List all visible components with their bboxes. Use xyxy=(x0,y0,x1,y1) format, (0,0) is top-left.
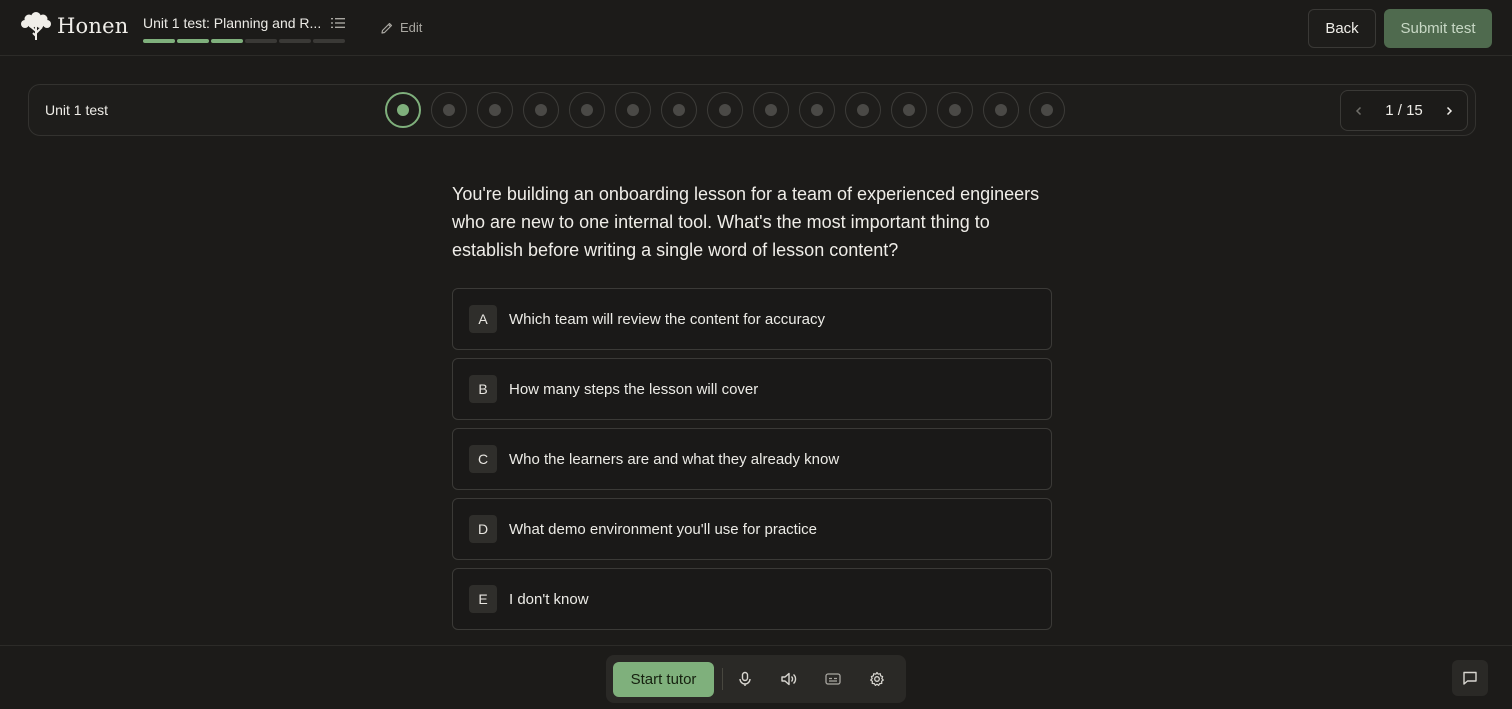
option-text: Which team will review the content for a… xyxy=(509,310,825,328)
question-dot-14[interactable] xyxy=(983,92,1019,128)
captions-icon xyxy=(825,673,841,685)
question-pager: 1 / 15 xyxy=(1340,90,1468,131)
chevron-right-icon[interactable] xyxy=(1443,105,1455,117)
option-text: How many steps the lesson will cover xyxy=(509,380,759,398)
option-letter: B xyxy=(469,375,497,403)
tree-logo-icon xyxy=(21,12,51,40)
progress-segment xyxy=(211,39,243,43)
settings-icon xyxy=(870,671,884,686)
question-dot-9[interactable] xyxy=(753,92,789,128)
logo-text: Honen xyxy=(57,14,129,38)
question-dot-indicator xyxy=(397,104,409,116)
test-title: Unit 1 test xyxy=(45,102,109,118)
logo[interactable]: Honen xyxy=(20,11,128,41)
pager-text: 1 / 15 xyxy=(1385,102,1423,119)
answer-option-c[interactable]: C Who the learners are and what they alre… xyxy=(452,428,1052,490)
question-dot-1[interactable] xyxy=(385,92,421,128)
progress-segment xyxy=(245,39,277,43)
option-letter: C xyxy=(469,445,497,473)
option-letter: A xyxy=(469,305,497,333)
progress-segment xyxy=(279,39,311,43)
chat-button[interactable] xyxy=(1452,660,1488,696)
option-text: Who the learners are and what they alrea… xyxy=(509,450,840,468)
question-dot-8[interactable] xyxy=(707,92,743,128)
question-dot-indicator xyxy=(581,104,593,116)
question-dot-indicator xyxy=(1041,104,1053,116)
question-dot-7[interactable] xyxy=(661,92,697,128)
back-button[interactable]: Back xyxy=(1308,9,1376,48)
question-dot-11[interactable] xyxy=(845,92,881,128)
pencil-icon xyxy=(381,22,393,34)
tutor-toolbar: Start tutor xyxy=(606,655,906,703)
option-letter: E xyxy=(469,585,497,613)
question-dot-indicator xyxy=(489,104,501,116)
speaker-button[interactable] xyxy=(767,661,811,697)
question-dot-4[interactable] xyxy=(523,92,559,128)
option-text: What demo environment you'll use for pra… xyxy=(509,520,818,538)
question-dot-10[interactable] xyxy=(799,92,835,128)
chevron-left-icon[interactable] xyxy=(1353,105,1365,117)
question-dot-12[interactable] xyxy=(891,92,927,128)
progress-segment xyxy=(143,39,175,43)
answer-option-e[interactable]: E I don't know xyxy=(452,568,1052,630)
question-dot-indicator xyxy=(535,104,547,116)
answer-options: A Which team will review the content for … xyxy=(452,288,1052,638)
question-dot-indicator xyxy=(719,104,731,116)
course-progress-bar xyxy=(143,39,353,43)
course-header: Unit 1 test: Planning and R... xyxy=(143,15,353,43)
progress-segment xyxy=(177,39,209,43)
chat-icon xyxy=(1463,671,1477,685)
submit-test-button[interactable]: Submit test xyxy=(1384,9,1492,48)
question-dot-indicator xyxy=(811,104,823,116)
question-dot-indicator xyxy=(627,104,639,116)
speaker-icon xyxy=(781,672,797,686)
question-dot-indicator xyxy=(443,104,455,116)
question-dot-5[interactable] xyxy=(569,92,605,128)
start-tutor-button[interactable]: Start tutor xyxy=(613,661,714,697)
course-title[interactable]: Unit 1 test: Planning and R... xyxy=(143,15,321,31)
top-bar: Honen Unit 1 test: Planning and R... Edi… xyxy=(0,0,1512,56)
list-icon[interactable] xyxy=(331,17,346,29)
question-dot-indicator xyxy=(673,104,685,116)
question-text: You're building an onboarding lesson for… xyxy=(452,184,1040,260)
question-dot-indicator xyxy=(995,104,1007,116)
answer-option-a[interactable]: A Which team will review the content for … xyxy=(452,288,1052,350)
microphone-icon xyxy=(739,671,751,686)
captions-button[interactable] xyxy=(811,661,855,697)
settings-button[interactable] xyxy=(855,661,899,697)
question-dot-indicator xyxy=(949,104,961,116)
question-navigator: Unit 1 test 1 / 15 xyxy=(28,84,1476,136)
question-dots xyxy=(385,92,1065,128)
question-dot-6[interactable] xyxy=(615,92,651,128)
microphone-button[interactable] xyxy=(723,661,767,697)
option-text: I don't know xyxy=(509,590,589,608)
question-dot-13[interactable] xyxy=(937,92,973,128)
question-dot-indicator xyxy=(857,104,869,116)
question-dot-2[interactable] xyxy=(431,92,467,128)
edit-label: Edit xyxy=(400,20,423,35)
question-dot-15[interactable] xyxy=(1029,92,1065,128)
edit-button[interactable]: Edit xyxy=(380,20,422,35)
option-letter: D xyxy=(469,515,497,543)
question-dot-indicator xyxy=(903,104,915,116)
bottom-bar: Start tutor xyxy=(0,645,1512,709)
answer-option-d[interactable]: D What demo environment you'll use for pr… xyxy=(452,498,1052,560)
progress-segment xyxy=(313,39,345,43)
answer-option-b[interactable]: B How many steps the lesson will cover xyxy=(452,358,1052,420)
question-dot-3[interactable] xyxy=(477,92,513,128)
question-dot-indicator xyxy=(765,104,777,116)
